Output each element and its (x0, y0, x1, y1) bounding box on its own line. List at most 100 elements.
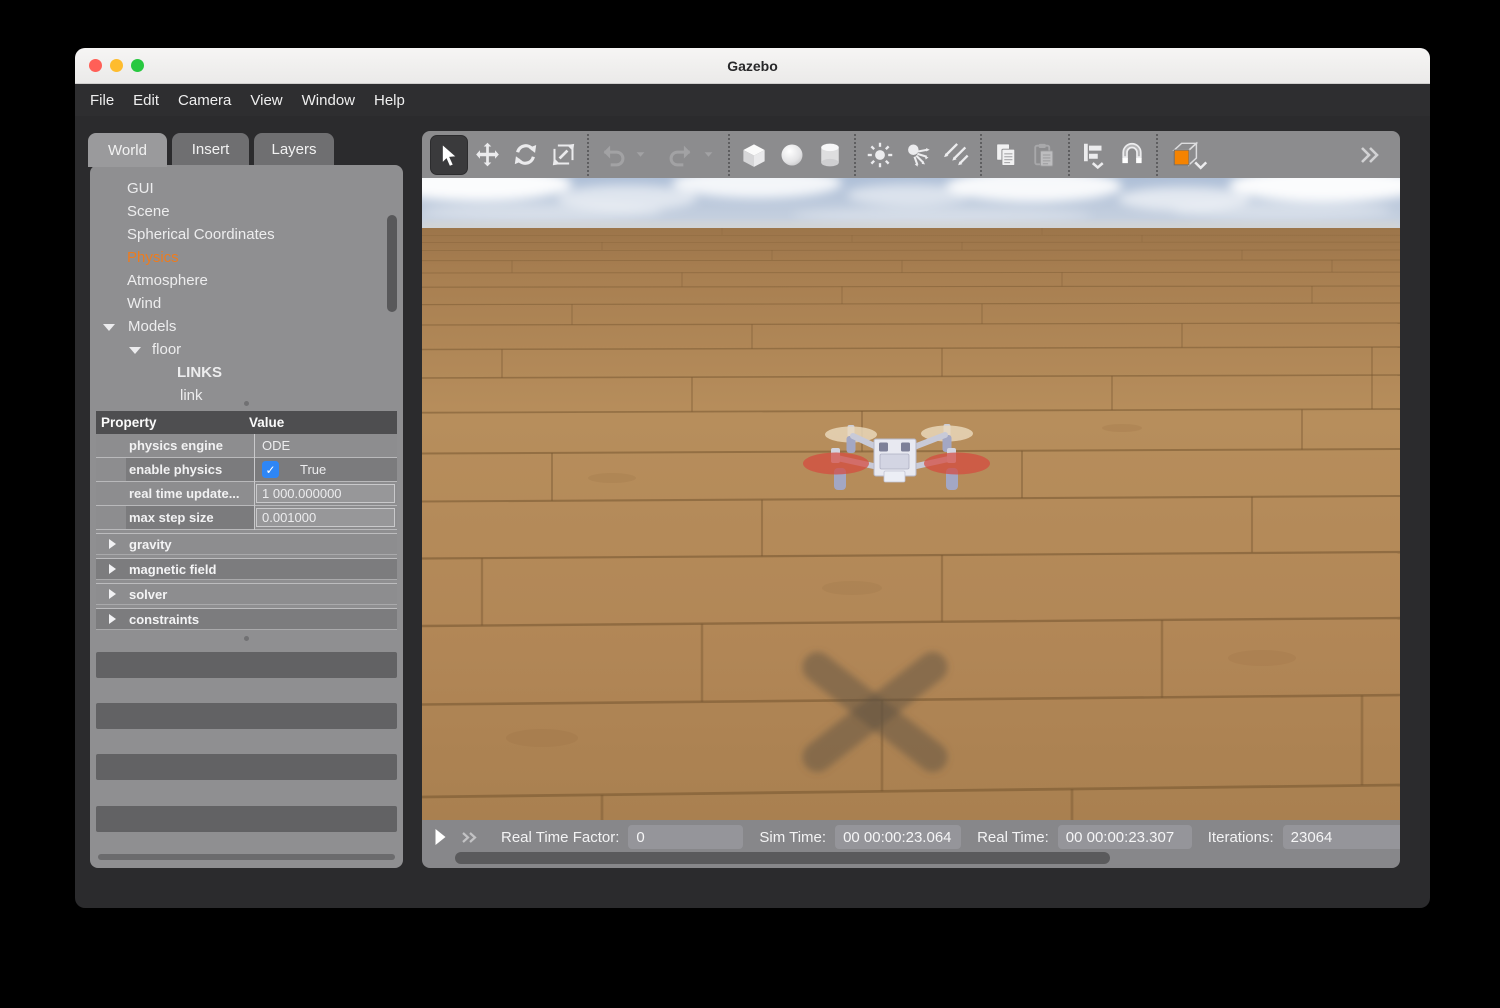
scale-tool-button[interactable] (544, 135, 582, 175)
expand-arrow-icon[interactable] (103, 324, 115, 331)
render-viewport: Real Time Factor: 0 Sim Time: 00 00:00:2… (422, 131, 1400, 868)
snap-button[interactable] (1113, 135, 1151, 175)
step-chevrons-icon[interactable] (460, 830, 479, 845)
select-tool-button[interactable] (430, 135, 468, 175)
world-tree: GUI Scene Spherical Coordinates Physics … (90, 177, 403, 407)
collapsed-arrow-icon (109, 564, 116, 574)
tree-item-scene[interactable]: Scene (90, 200, 403, 223)
tab-insert[interactable]: Insert (172, 133, 249, 165)
property-row-real-time-update: real time update... 1 000.000000 (96, 482, 397, 506)
insert-cylinder-button[interactable] (811, 135, 849, 175)
tab-layers[interactable]: Layers (254, 133, 334, 165)
section-magnetic-field[interactable]: magnetic field (96, 558, 397, 580)
collapsed-arrow-icon (109, 589, 116, 599)
move-icon (474, 141, 501, 168)
magnet-icon (1117, 140, 1147, 170)
scene-render (422, 178, 1400, 820)
property-table-header: Property Value (96, 411, 397, 434)
table-column-divider (254, 434, 255, 530)
viewport-hscrollbar-thumb[interactable] (455, 852, 1110, 864)
rotate-icon (512, 141, 539, 168)
toolbar-separator (854, 134, 856, 176)
translate-tool-button[interactable] (468, 135, 506, 175)
menu-view[interactable]: View (250, 92, 282, 109)
splitter-handle[interactable] (244, 401, 249, 406)
tree-scrollbar[interactable] (387, 215, 397, 312)
menu-camera[interactable]: Camera (178, 92, 231, 109)
real-time-value: 00 00:00:23.307 (1058, 825, 1192, 849)
iterations-label: Iterations: (1208, 829, 1274, 846)
tree-item-links[interactable]: LINKS (90, 361, 403, 384)
toolbar-overflow-button[interactable] (1350, 135, 1388, 175)
double-chevron-right-icon (1356, 144, 1382, 166)
view-angle-button[interactable] (1163, 135, 1215, 175)
section-gravity[interactable]: gravity (96, 533, 397, 555)
copy-icon (992, 141, 1020, 169)
simulation-statusbar: Real Time Factor: 0 Sim Time: 00 00:00:2… (422, 820, 1400, 868)
undo-history-button[interactable] (632, 135, 648, 175)
align-button[interactable] (1075, 135, 1113, 175)
column-header-property: Property (96, 415, 249, 430)
chevron-down-icon (703, 149, 714, 160)
real-time-factor-label: Real Time Factor: (501, 829, 619, 846)
enable-physics-checkbox[interactable]: ✓ (262, 461, 279, 478)
menu-file[interactable]: File (90, 92, 114, 109)
insert-box-button[interactable] (735, 135, 773, 175)
tree-item-models[interactable]: Models (90, 315, 403, 338)
tab-world[interactable]: World (88, 133, 167, 167)
panel-tabs: World Insert Layers (88, 133, 334, 167)
toolbar-separator (1156, 134, 1158, 176)
point-light-button[interactable] (861, 135, 899, 175)
menu-window[interactable]: Window (302, 92, 355, 109)
menu-edit[interactable]: Edit (133, 92, 159, 109)
gazebo-window: Gazebo File Edit Camera View Window Help… (75, 48, 1430, 908)
undo-icon (599, 141, 627, 169)
section-constraints[interactable]: constraints (96, 608, 397, 630)
expand-arrow-icon[interactable] (129, 347, 141, 354)
redo-button[interactable] (662, 135, 700, 175)
insert-sphere-button[interactable] (773, 135, 811, 175)
panel-hscrollbar[interactable] (98, 854, 395, 860)
undo-button[interactable] (594, 135, 632, 175)
viewport-3d-scene[interactable] (422, 178, 1400, 820)
tree-item-wind[interactable]: Wind (90, 292, 403, 315)
menu-help[interactable]: Help (374, 92, 405, 109)
rotate-tool-button[interactable] (506, 135, 544, 175)
toolbar-separator (980, 134, 982, 176)
section-solver[interactable]: solver (96, 583, 397, 605)
box-icon (739, 140, 769, 170)
copy-button[interactable] (987, 135, 1025, 175)
world-panel: GUI Scene Spherical Coordinates Physics … (90, 165, 403, 868)
spot-light-button[interactable] (899, 135, 937, 175)
toolbar-separator (728, 134, 730, 176)
tree-item-spherical-coordinates[interactable]: Spherical Coordinates (90, 223, 403, 246)
real-time-update-field[interactable]: 1 000.000000 (256, 484, 395, 503)
tree-item-atmosphere[interactable]: Atmosphere (90, 269, 403, 292)
property-row-max-step-size: max step size 0.001000 (96, 506, 397, 530)
tree-item-physics[interactable]: Physics (90, 246, 403, 269)
menubar: File Edit Camera View Window Help (75, 84, 1430, 116)
collapsed-arrow-icon (109, 539, 116, 549)
spot-light-icon (904, 141, 932, 169)
empty-row-bar (96, 652, 397, 678)
redo-history-button[interactable] (700, 135, 716, 175)
expand-playback-arrow[interactable] (434, 828, 447, 846)
tree-item-gui[interactable]: GUI (90, 177, 403, 200)
iterations-value: 23064 (1283, 825, 1400, 849)
sphere-icon (778, 141, 806, 169)
toolbar-separator (1068, 134, 1070, 176)
paste-icon (1030, 141, 1058, 169)
physics-engine-value: ODE (254, 438, 290, 453)
tree-item-floor[interactable]: floor (90, 338, 403, 361)
max-step-size-field[interactable]: 0.001000 (256, 508, 395, 527)
titlebar: Gazebo (75, 48, 1430, 84)
directional-light-icon (942, 141, 970, 169)
view-angle-cube-icon (1167, 139, 1211, 171)
empty-row-bar (96, 703, 397, 729)
empty-row-bar (96, 754, 397, 780)
splitter-handle[interactable] (244, 636, 249, 641)
align-icon (1079, 140, 1109, 170)
paste-button[interactable] (1025, 135, 1063, 175)
toolbar-separator (587, 134, 589, 176)
directional-light-button[interactable] (937, 135, 975, 175)
